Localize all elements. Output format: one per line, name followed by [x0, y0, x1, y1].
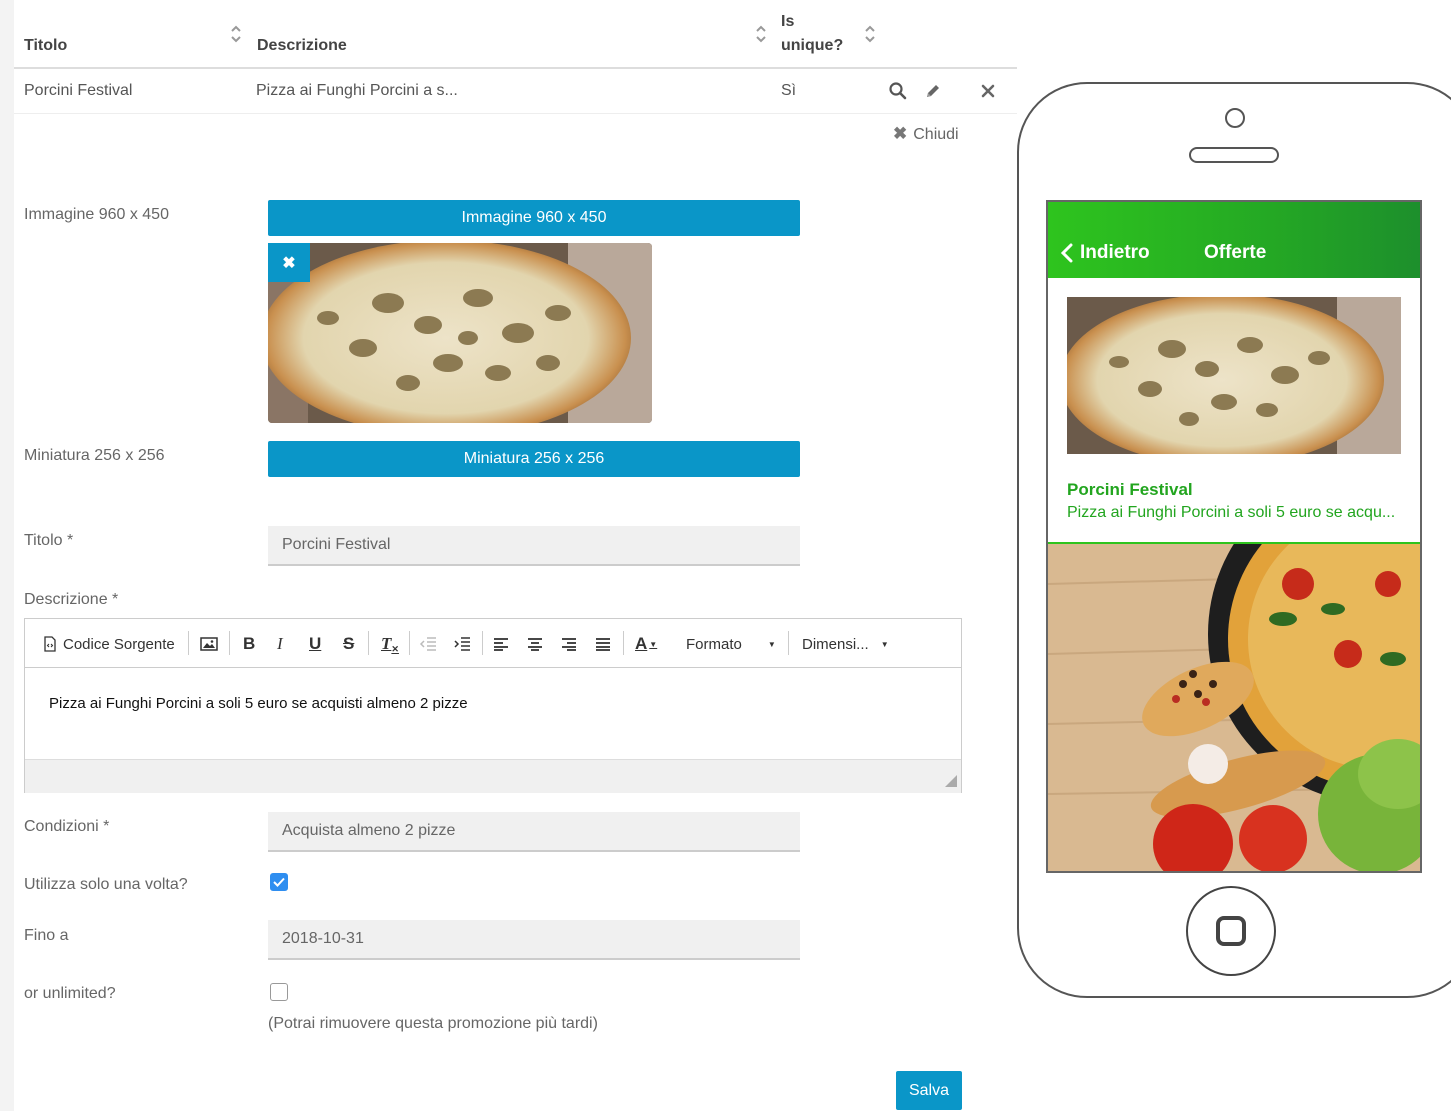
- title-input[interactable]: Porcini Festival: [268, 526, 800, 566]
- toolbar-separator: [188, 631, 189, 655]
- align-center-icon[interactable]: [527, 633, 543, 655]
- sort-icon[interactable]: [755, 24, 767, 44]
- column-header-titolo[interactable]: Titolo: [24, 37, 67, 55]
- phone-camera: [1225, 108, 1245, 128]
- source-code-icon: [44, 636, 56, 652]
- toolbar-separator: [788, 631, 789, 655]
- save-button[interactable]: Salva: [896, 1071, 962, 1110]
- table-header: Titolo Descrizione Is unique?: [14, 0, 1017, 69]
- close-icon: ✖: [893, 124, 908, 143]
- outdent-icon[interactable]: [419, 633, 437, 655]
- column-header-descrizione[interactable]: Descrizione: [257, 37, 347, 55]
- image-preview: [268, 243, 652, 423]
- thumbnail-upload-button[interactable]: Miniatura 256 x 256: [268, 441, 800, 477]
- underline-button[interactable]: U: [309, 633, 321, 655]
- image-icon[interactable]: [200, 633, 218, 655]
- conditions-label: Condizioni *: [24, 818, 110, 835]
- sort-icon[interactable]: [230, 24, 242, 44]
- font-color-label: A: [635, 634, 648, 653]
- close-button[interactable]: ✖ Chiudi: [893, 124, 959, 144]
- sort-icon[interactable]: [864, 24, 876, 44]
- image-label: Immagine 960 x 450: [24, 206, 169, 223]
- conditions-input[interactable]: Acquista almeno 2 pizze: [268, 812, 800, 852]
- toolbar-separator: [229, 631, 230, 655]
- chevron-down-icon: ▼: [880, 639, 889, 649]
- home-icon: [1216, 916, 1246, 946]
- offer-description: Pizza ai Funghi Porcini a soli 5 euro se…: [1067, 504, 1396, 521]
- page: Titolo Descrizione Is unique? Porcini Fe…: [0, 0, 1451, 1111]
- remove-image-button[interactable]: ✖: [268, 243, 310, 282]
- column-header-unique-line1[interactable]: Is: [781, 13, 794, 31]
- close-label: Chiudi: [913, 126, 959, 143]
- title-label: Titolo *: [24, 532, 74, 549]
- chevron-down-icon: ▼: [649, 639, 658, 649]
- chevron-left-icon: [1060, 243, 1073, 263]
- indent-icon[interactable]: [453, 633, 471, 655]
- search-icon[interactable]: [888, 81, 908, 101]
- image-upload-button[interactable]: Immagine 960 x 450: [268, 200, 800, 236]
- offer-title: Porcini Festival: [1067, 480, 1193, 499]
- rich-text-editor[interactable]: Codice Sorgente B I U S T ✕ A ▼ Formato …: [24, 618, 962, 793]
- until-label: Fino a: [24, 927, 69, 944]
- unlimited-checkbox[interactable]: [270, 983, 288, 1001]
- editor-statusbar: [25, 759, 961, 793]
- description-label: Descrizione *: [24, 591, 119, 608]
- removal-note: (Potrai rimuovere questa promozione più …: [268, 1015, 598, 1032]
- left-gutter: [0, 0, 14, 1111]
- align-justify-icon[interactable]: [595, 633, 611, 655]
- column-header-unique-line2[interactable]: unique?: [781, 37, 843, 55]
- thumbnail-label: Miniatura 256 x 256: [24, 447, 165, 464]
- italic-button[interactable]: I: [277, 633, 283, 655]
- size-dropdown[interactable]: Dimensi... ▼: [802, 633, 889, 655]
- phone-screen: Indietro Offerte Porcini Festival Pizza …: [1046, 200, 1422, 873]
- close-icon: ✖: [282, 254, 296, 272]
- cell-titolo: Porcini Festival: [24, 82, 133, 99]
- editor-toolbar: Codice Sorgente B I U S T ✕ A ▼ Formato …: [25, 619, 961, 668]
- strikethrough-button[interactable]: S: [343, 633, 354, 655]
- delete-icon[interactable]: [978, 81, 998, 101]
- cell-unique: Sì: [781, 82, 797, 99]
- use-once-checkbox[interactable]: [270, 873, 288, 891]
- app-header: Indietro Offerte: [1048, 202, 1420, 278]
- font-color-button[interactable]: A ▼: [635, 633, 657, 655]
- align-right-icon[interactable]: [561, 633, 577, 655]
- format-dropdown[interactable]: Formato ▼: [686, 633, 776, 655]
- clear-format-label: T: [381, 634, 392, 653]
- pencil-icon[interactable]: [923, 81, 943, 101]
- size-label: Dimensi...: [802, 635, 869, 653]
- until-date-input[interactable]: 2018-10-31: [268, 920, 800, 960]
- toolbar-separator: [368, 631, 369, 655]
- back-label: Indietro: [1080, 242, 1150, 263]
- align-left-icon[interactable]: [493, 633, 509, 655]
- format-label: Formato: [686, 635, 742, 653]
- app-header-title: Offerte: [1204, 242, 1267, 263]
- bold-button[interactable]: B: [243, 633, 255, 655]
- resize-handle-icon[interactable]: [945, 775, 957, 787]
- clear-format-icon: ✕: [391, 643, 399, 654]
- background-image: [1048, 544, 1420, 871]
- editor-content[interactable]: Pizza ai Funghi Porcini a soli 5 euro se…: [49, 695, 468, 712]
- use-once-label: Utilizza solo una volta?: [24, 876, 188, 893]
- toolbar-separator: [409, 631, 410, 655]
- phone-home-button[interactable]: [1186, 886, 1276, 976]
- checkmark-icon: [273, 877, 285, 887]
- offer-image: [1067, 297, 1401, 454]
- toolbar-separator: [623, 631, 624, 655]
- cell-descrizione: Pizza ai Funghi Porcini a s...: [256, 82, 458, 99]
- source-code-label: Codice Sorgente: [63, 635, 175, 653]
- chevron-down-icon: ▼: [767, 639, 776, 649]
- table-row[interactable]: Porcini Festival Pizza ai Funghi Porcini…: [14, 69, 1017, 114]
- phone-speaker: [1189, 147, 1279, 163]
- clear-format-button[interactable]: T ✕: [381, 633, 399, 655]
- back-button[interactable]: Indietro: [1060, 242, 1150, 264]
- unlimited-label: or unlimited?: [24, 985, 116, 1002]
- source-code-button[interactable]: Codice Sorgente: [43, 633, 175, 655]
- toolbar-separator: [482, 631, 483, 655]
